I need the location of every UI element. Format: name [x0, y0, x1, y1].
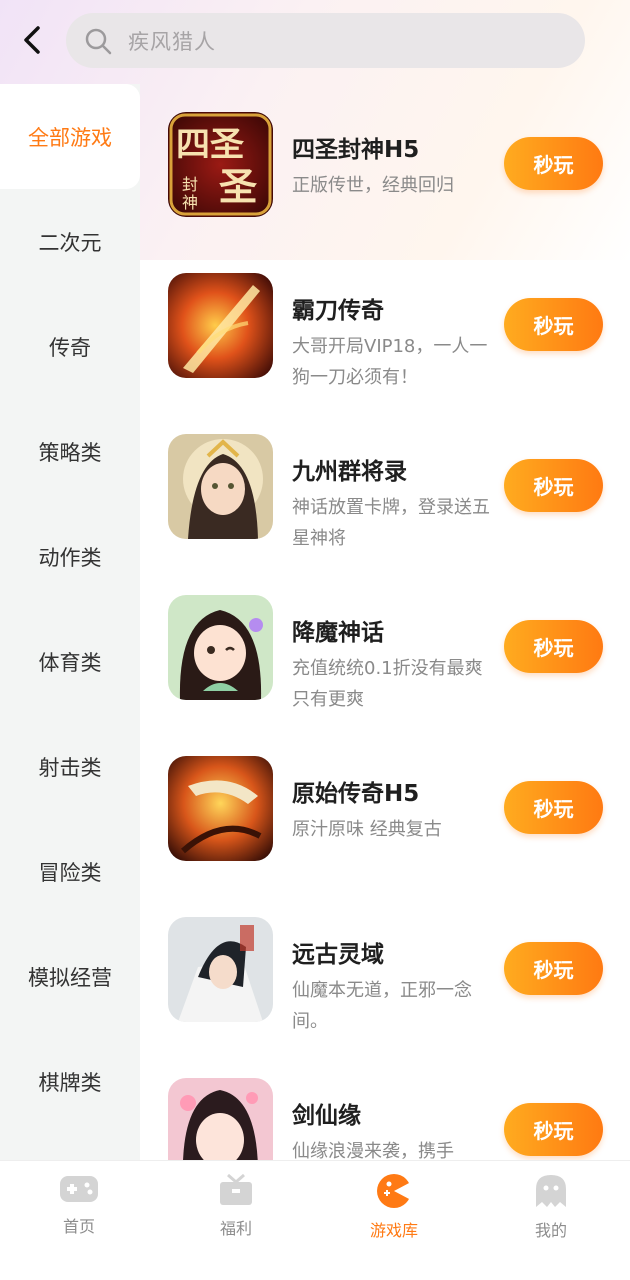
game-list-item[interactable]: 降魔神话 充值统统0.1折没有最爽只有更爽 秒玩: [168, 595, 608, 710]
sidebar-item-adventure[interactable]: 冒险类: [0, 819, 140, 924]
ghost-profile-icon: [536, 1175, 566, 1207]
instant-play-button[interactable]: 秒玩: [504, 620, 603, 673]
instant-play-button[interactable]: 秒玩: [504, 459, 603, 512]
game-list-item[interactable]: 远古灵域 仙魔本无道，正邪一念间。 秒玩: [168, 917, 608, 1032]
game-title[interactable]: 远古灵域: [292, 935, 384, 969]
game-list-item[interactable]: 九州群将录 神话放置卡牌，登录送五星神将 秒玩: [168, 434, 608, 549]
game-title[interactable]: 剑仙缘: [292, 1096, 361, 1130]
tab-mine[interactable]: 我的: [491, 1173, 611, 1253]
game-title[interactable]: 降魔神话: [292, 613, 384, 647]
game-icon[interactable]: [168, 1078, 273, 1160]
game-icon[interactable]: [168, 756, 273, 861]
sidebar-item-board-card[interactable]: 棋牌类: [0, 1029, 140, 1134]
gift-icon: [220, 1173, 252, 1205]
svg-text:圣: 圣: [219, 164, 257, 209]
instant-play-button[interactable]: 秒玩: [504, 298, 603, 351]
bottom-tab-bar: 首页 福利 游戏库 我的: [0, 1160, 630, 1280]
tab-label: 游戏库: [369, 1221, 418, 1240]
game-description: 神话放置卡牌，登录送五星神将: [292, 497, 490, 549]
game-icon[interactable]: 四圣 圣 封 神: [168, 112, 273, 217]
category-sidebar: 全部游戏 二次元 传奇 策略类 动作类 体育类 射击类 冒险类 模拟经营 棋牌类: [0, 84, 140, 1160]
sidebar-item-legend[interactable]: 传奇: [0, 294, 140, 399]
sidebar-item-strategy[interactable]: 策略类: [0, 399, 140, 504]
back-button[interactable]: [14, 22, 50, 58]
game-library-icon: [377, 1174, 411, 1208]
tab-welfare[interactable]: 福利: [176, 1173, 296, 1253]
game-description: 仙缘浪漫来袭，携手: [292, 1141, 454, 1160]
game-list-item[interactable]: 剑仙缘 仙缘浪漫来袭，携手 秒玩: [168, 1078, 608, 1160]
search-icon: [84, 26, 114, 56]
game-icon[interactable]: [168, 917, 273, 1022]
chevron-left-icon: [24, 26, 40, 54]
sidebar-item-sports[interactable]: 体育类: [0, 609, 140, 714]
game-description: 仙魔本无道，正邪一念间。: [292, 980, 472, 1032]
instant-play-button[interactable]: 秒玩: [504, 1103, 603, 1156]
tab-label: 福利: [219, 1219, 252, 1238]
game-description: 充值统统0.1折没有最爽只有更爽: [292, 658, 483, 710]
game-title[interactable]: 霸刀传奇: [292, 291, 384, 325]
game-description: 大哥开局VIP18，一人一狗一刀必须有！: [292, 336, 488, 388]
game-icon[interactable]: [168, 273, 273, 378]
instant-play-button[interactable]: 秒玩: [504, 781, 603, 834]
sidebar-item-shooter[interactable]: 射击类: [0, 714, 140, 819]
game-icon[interactable]: [168, 434, 273, 539]
search-input[interactable]: 疾风猎人: [66, 13, 585, 68]
game-title[interactable]: 四圣封神H5: [292, 130, 419, 164]
game-icon-logo-text: 四圣: [176, 125, 244, 165]
search-placeholder: 疾风猎人: [128, 29, 216, 54]
sidebar-item-simulation[interactable]: 模拟经营: [0, 924, 140, 1029]
game-title[interactable]: 九州群将录: [292, 452, 407, 486]
tab-home[interactable]: 首页: [19, 1173, 139, 1253]
game-icon[interactable]: [168, 595, 273, 700]
game-description: 原汁原味 经典复古: [292, 819, 442, 840]
game-description: 正版传世，经典回归: [292, 175, 454, 196]
game-list-item[interactable]: 四圣 圣 封 神 四圣封神H5 正版传世，经典回归 秒玩: [168, 112, 608, 222]
gamepad-icon: [60, 1176, 98, 1202]
sidebar-item-action[interactable]: 动作类: [0, 504, 140, 609]
game-list-item[interactable]: 原始传奇H5 原汁原味 经典复古 秒玩: [168, 756, 608, 866]
header: 疾风猎人: [0, 0, 630, 84]
instant-play-button[interactable]: 秒玩: [504, 137, 603, 190]
sidebar-item-all-games[interactable]: 全部游戏: [0, 84, 140, 189]
svg-text:封: 封: [182, 175, 198, 194]
svg-text:神: 神: [182, 193, 198, 212]
tab-game-library[interactable]: 游戏库: [334, 1173, 454, 1253]
sidebar-item-anime[interactable]: 二次元: [0, 189, 140, 294]
game-title[interactable]: 原始传奇H5: [292, 774, 419, 808]
instant-play-button[interactable]: 秒玩: [504, 942, 603, 995]
tab-label: 我的: [534, 1221, 567, 1240]
tab-label: 首页: [62, 1217, 95, 1236]
game-list-item[interactable]: 霸刀传奇 大哥开局VIP18，一人一狗一刀必须有！ 秒玩: [168, 273, 608, 388]
